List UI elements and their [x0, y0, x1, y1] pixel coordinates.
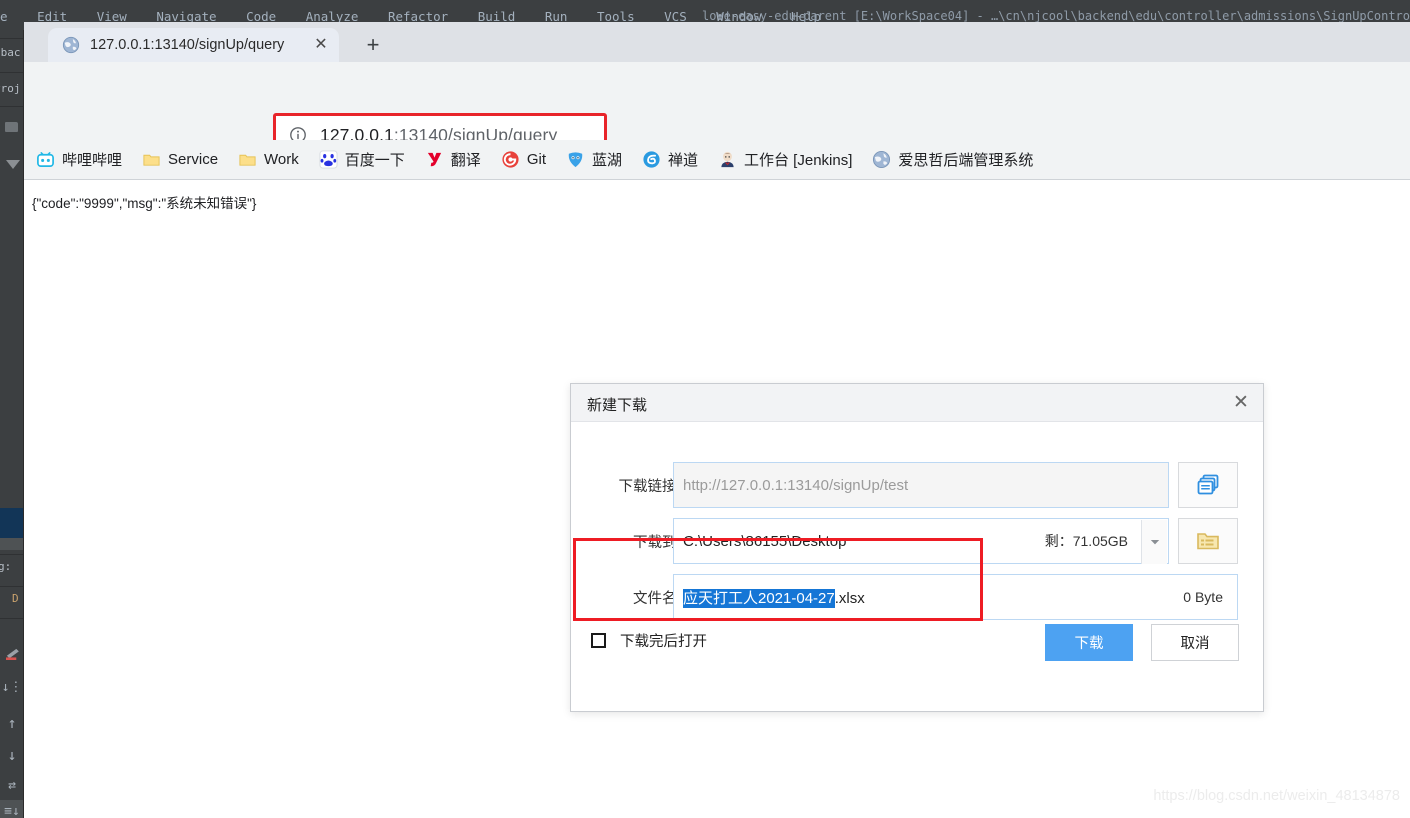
ide-menu-file[interactable]: e [0, 9, 8, 24]
copy-icon [1195, 472, 1221, 498]
bookmark-label: 蓝湖 [592, 149, 622, 170]
bookmark-service[interactable]: Service [142, 150, 218, 169]
ide-console-block [0, 508, 24, 538]
ide-scroll-to-end-icon[interactable]: ≡↓ [0, 804, 24, 818]
bookmark-label: 禅道 [668, 149, 698, 170]
bookmark-label: 工作台 [Jenkins] [744, 149, 852, 170]
chevron-down-icon [1150, 539, 1160, 546]
filename-row: 文件名： 应天打工人2021-04-27.xlsx 0 Byte [571, 574, 1265, 620]
dialog-footer: 下载完后打开 下载 取消 [571, 674, 1263, 711]
download-link-value: http://127.0.0.1:13140/signUp/test [674, 477, 908, 494]
ide-collapse-triangle-icon[interactable] [6, 160, 20, 169]
bookmark-translate[interactable]: 翻译 [425, 149, 481, 170]
browser-toolbar: 127.0.0.1:13140/signUp/query [24, 62, 1410, 140]
bookmark-bilibili[interactable]: 哔哩哔哩 [36, 149, 122, 170]
download-path-value: C:\Users\86155\Desktop [674, 533, 846, 550]
download-button[interactable]: 下载 [1045, 624, 1133, 661]
bilibili-icon [36, 150, 55, 169]
bookmark-work[interactable]: Work [238, 150, 299, 169]
browse-folder-button[interactable] [1178, 518, 1238, 564]
ide-arrow-up-icon[interactable]: ↑ [0, 714, 24, 732]
baidu-icon [319, 150, 338, 169]
bookmark-git[interactable]: Git [501, 150, 546, 169]
ide-folder-icon [5, 122, 18, 132]
ide-pencil-icon[interactable] [3, 648, 21, 660]
filesize-label: 0 Byte [1183, 589, 1237, 605]
lanhu-icon [566, 150, 585, 169]
ide-fragment-g: g: [0, 560, 11, 573]
bookmark-jenkins[interactable]: 工作台 [Jenkins] [718, 149, 852, 170]
bookmark-zentao[interactable]: 禅道 [642, 149, 698, 170]
download-path-input[interactable]: C:\Users\86155\Desktop 剩：71.05GB [673, 518, 1169, 564]
json-response-text: {"code":"9999","msg":"系统未知错误"} [32, 192, 256, 212]
globe-icon [872, 150, 891, 169]
screen: e Edit View Navigate Code Analyze Refact… [0, 0, 1410, 818]
bookmark-baidu[interactable]: 百度一下 [319, 149, 405, 170]
bookmarks-bar: 哔哩哔哩 Service Work [24, 140, 1410, 180]
filename-value: 应天打工人2021-04-27.xlsx [674, 587, 865, 608]
bookmark-label: Service [168, 151, 218, 168]
download-link-input[interactable]: http://127.0.0.1:13140/signUp/test [673, 462, 1169, 508]
ide-sort-down-icon[interactable]: ↓⋮ [0, 680, 24, 695]
dialog-header: 新建下载 ✕ [571, 384, 1263, 422]
download-path-row: 下载到： C:\Users\86155\Desktop 剩：71.05GB [571, 518, 1265, 564]
close-icon[interactable]: ✕ [311, 35, 331, 55]
bookmark-admin-system[interactable]: 爱思哲后端管理系统 [872, 149, 1033, 170]
globe-icon [62, 36, 80, 54]
jenkins-icon [718, 150, 737, 169]
cancel-button[interactable]: 取消 [1151, 624, 1239, 661]
browser-tab[interactable]: 127.0.0.1:13140/signUp/query ✕ [48, 28, 339, 62]
bookmark-label: 百度一下 [345, 149, 405, 170]
folder-icon [142, 150, 161, 169]
ide-window-title: love-easy-edu-parent [E:\WorkSpace04] - … [702, 9, 1410, 23]
youdao-icon [425, 150, 444, 169]
ide-fragment-0: -bac [0, 46, 21, 59]
download-link-row: 下载链接： http://127.0.0.1:13140/signUp/test [571, 462, 1265, 508]
bookmark-label: 翻译 [451, 149, 481, 170]
ide-wrap-lines-icon[interactable]: ⇄ [0, 778, 24, 793]
ide-toolbar-block [0, 538, 24, 550]
zentao-icon [642, 150, 661, 169]
open-after-download-row[interactable]: 下载完后打开 [591, 630, 707, 651]
bookmark-lanhu[interactable]: 蓝湖 [566, 149, 622, 170]
watermark-text: https://blog.csdn.net/weixin_48134878 [1153, 788, 1400, 804]
browser-tab-title: 127.0.0.1:13140/signUp/query [90, 37, 311, 53]
bookmark-label: Work [264, 151, 299, 168]
open-after-download-checkbox[interactable] [591, 633, 606, 648]
bookmark-label: 哔哩哔哩 [62, 149, 122, 170]
bookmark-label: Git [527, 151, 546, 168]
dialog-title: 新建下载 [587, 394, 647, 415]
open-after-download-label: 下载完后打开 [620, 630, 707, 651]
ide-fragment-d: D [12, 592, 19, 605]
folder-icon [238, 150, 257, 169]
browser-tab-strip: 127.0.0.1:13140/signUp/query ✕ + [24, 22, 1410, 62]
new-download-dialog: 新建下载 ✕ 下载链接： http://127.0.0.1:13140/sign… [570, 383, 1264, 712]
git-icon [501, 150, 520, 169]
ide-fragment-1: Proj [0, 82, 21, 95]
filename-extension: .xlsx [835, 590, 865, 607]
ide-left-strip: -bac Proj g: D [0, 30, 24, 818]
copy-link-button[interactable] [1178, 462, 1238, 508]
filename-input[interactable]: 应天打工人2021-04-27.xlsx 0 Byte [673, 574, 1238, 620]
folder-open-icon [1195, 528, 1221, 554]
path-dropdown-button[interactable] [1141, 520, 1167, 564]
filename-selected-text: 应天打工人2021-04-27 [683, 589, 835, 608]
new-tab-button[interactable]: + [360, 33, 386, 59]
ide-arrow-down-icon[interactable]: ↓ [0, 746, 24, 764]
bookmark-label: 爱思哲后端管理系统 [898, 149, 1033, 170]
close-icon[interactable]: ✕ [1229, 391, 1253, 415]
